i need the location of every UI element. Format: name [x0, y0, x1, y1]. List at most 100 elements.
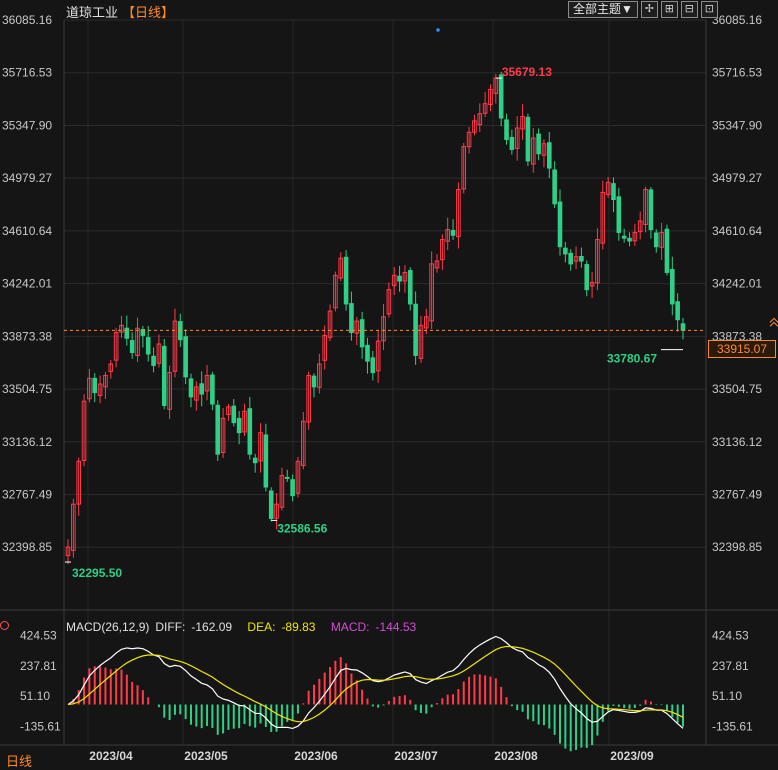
- candle: [498, 71, 504, 127]
- low1-label: 32295.50: [72, 566, 122, 580]
- price-tick-right: 34610.64: [712, 224, 762, 238]
- candle: [386, 282, 392, 318]
- candle-body: [263, 434, 269, 488]
- candle: [252, 453, 258, 473]
- price-tick-left: 36085.16: [2, 13, 52, 27]
- candle: [600, 180, 606, 250]
- scroll-up-icon: [769, 317, 778, 327]
- candle: [552, 161, 557, 208]
- dea-value: -89.83: [281, 620, 316, 634]
- candlestick-series: [65, 71, 686, 565]
- candle-body: [621, 235, 627, 239]
- low2-label: 32586.56: [277, 521, 327, 535]
- candle: [445, 217, 450, 251]
- price-tick-left: 34242.01: [2, 277, 52, 291]
- candle: [632, 223, 638, 246]
- price-tick-right: 32767.49: [712, 488, 762, 502]
- candle-body: [627, 237, 632, 242]
- candle: [236, 411, 242, 445]
- candle-body: [498, 74, 504, 119]
- fit-icon[interactable]: ⊡: [700, 1, 718, 18]
- candle: [381, 304, 386, 350]
- price-tick-left: 32767.49: [2, 488, 52, 502]
- chart-title: 道琼工业 【日线】: [66, 2, 174, 21]
- candle: [563, 241, 568, 263]
- price-tick-left: 35347.90: [2, 118, 52, 132]
- candle-body: [552, 169, 557, 205]
- candle: [333, 271, 338, 312]
- candle: [268, 487, 274, 522]
- zoom-out-icon[interactable]: ⊟: [680, 1, 698, 18]
- candle-body: [547, 142, 552, 169]
- candle: [664, 224, 670, 276]
- macd-value: -144.53: [375, 620, 417, 634]
- candle: [653, 229, 659, 253]
- candle: [306, 371, 311, 430]
- candle: [525, 113, 531, 166]
- candle: [242, 403, 247, 437]
- candle: [290, 474, 295, 502]
- candle-body: [129, 340, 135, 354]
- candle: [488, 84, 493, 112]
- candle: [161, 338, 167, 410]
- candle-body: [290, 479, 295, 497]
- grid-lines: [0, 19, 778, 746]
- footer-period[interactable]: 日线: [6, 751, 32, 770]
- candle: [440, 234, 445, 270]
- candle: [541, 139, 547, 168]
- candle-body: [349, 303, 354, 334]
- candle: [194, 381, 199, 411]
- macd-tick-right: 237.81: [712, 659, 749, 673]
- candle: [301, 412, 306, 470]
- candle-body: [397, 275, 402, 282]
- candle: [103, 372, 108, 400]
- candle-body: [231, 405, 237, 424]
- x-tick-label: 2023/06: [294, 749, 338, 763]
- candle: [210, 371, 215, 411]
- event-dot-icon: [436, 28, 440, 32]
- candle-body: [151, 355, 156, 366]
- candle-body: [680, 323, 686, 331]
- x-tick-label: 2023/07: [394, 749, 438, 763]
- candle-body: [183, 336, 188, 378]
- diff-line: [67, 635, 684, 730]
- candle: [520, 104, 525, 140]
- candle: [365, 337, 370, 374]
- candle-body: [370, 357, 376, 374]
- candle: [584, 260, 590, 297]
- candle: [514, 116, 520, 161]
- candle: [354, 317, 360, 346]
- diff-value: -162.09: [191, 620, 233, 634]
- candle-body: [568, 252, 573, 265]
- candle: [359, 311, 365, 359]
- candle: [76, 457, 81, 516]
- high-label: 35679.13: [502, 65, 552, 79]
- candle: [81, 394, 87, 467]
- candle: [231, 398, 237, 427]
- candle: [477, 103, 483, 133]
- zoom-in-icon[interactable]: ⊞: [660, 1, 678, 18]
- candle-body: [616, 196, 622, 233]
- candle-body: [145, 337, 151, 355]
- candle: [670, 256, 675, 316]
- candle: [156, 334, 162, 368]
- macd-label: MACD:: [330, 620, 370, 634]
- candle: [65, 539, 71, 565]
- pin-icon[interactable]: [0, 621, 9, 630]
- candle: [279, 467, 285, 511]
- theme-dropdown-button[interactable]: 全部主题▼: [568, 1, 638, 18]
- candle-body: [557, 201, 563, 248]
- candle: [402, 265, 408, 293]
- candle: [295, 457, 301, 498]
- candle: [145, 325, 151, 362]
- candle: [204, 365, 210, 401]
- candle-body: [92, 377, 98, 394]
- candle: [263, 423, 269, 492]
- candle: [589, 272, 595, 299]
- move-icon[interactable]: ✢: [640, 1, 658, 18]
- price-tick-right: 34242.01: [712, 277, 762, 291]
- chart-toolbar: 全部主题▼ ✢ ⊞ ⊟ ⊡: [568, 1, 718, 18]
- candle: [536, 128, 541, 161]
- candle-body: [236, 417, 242, 434]
- macd-tick-right: -135.61: [712, 719, 753, 733]
